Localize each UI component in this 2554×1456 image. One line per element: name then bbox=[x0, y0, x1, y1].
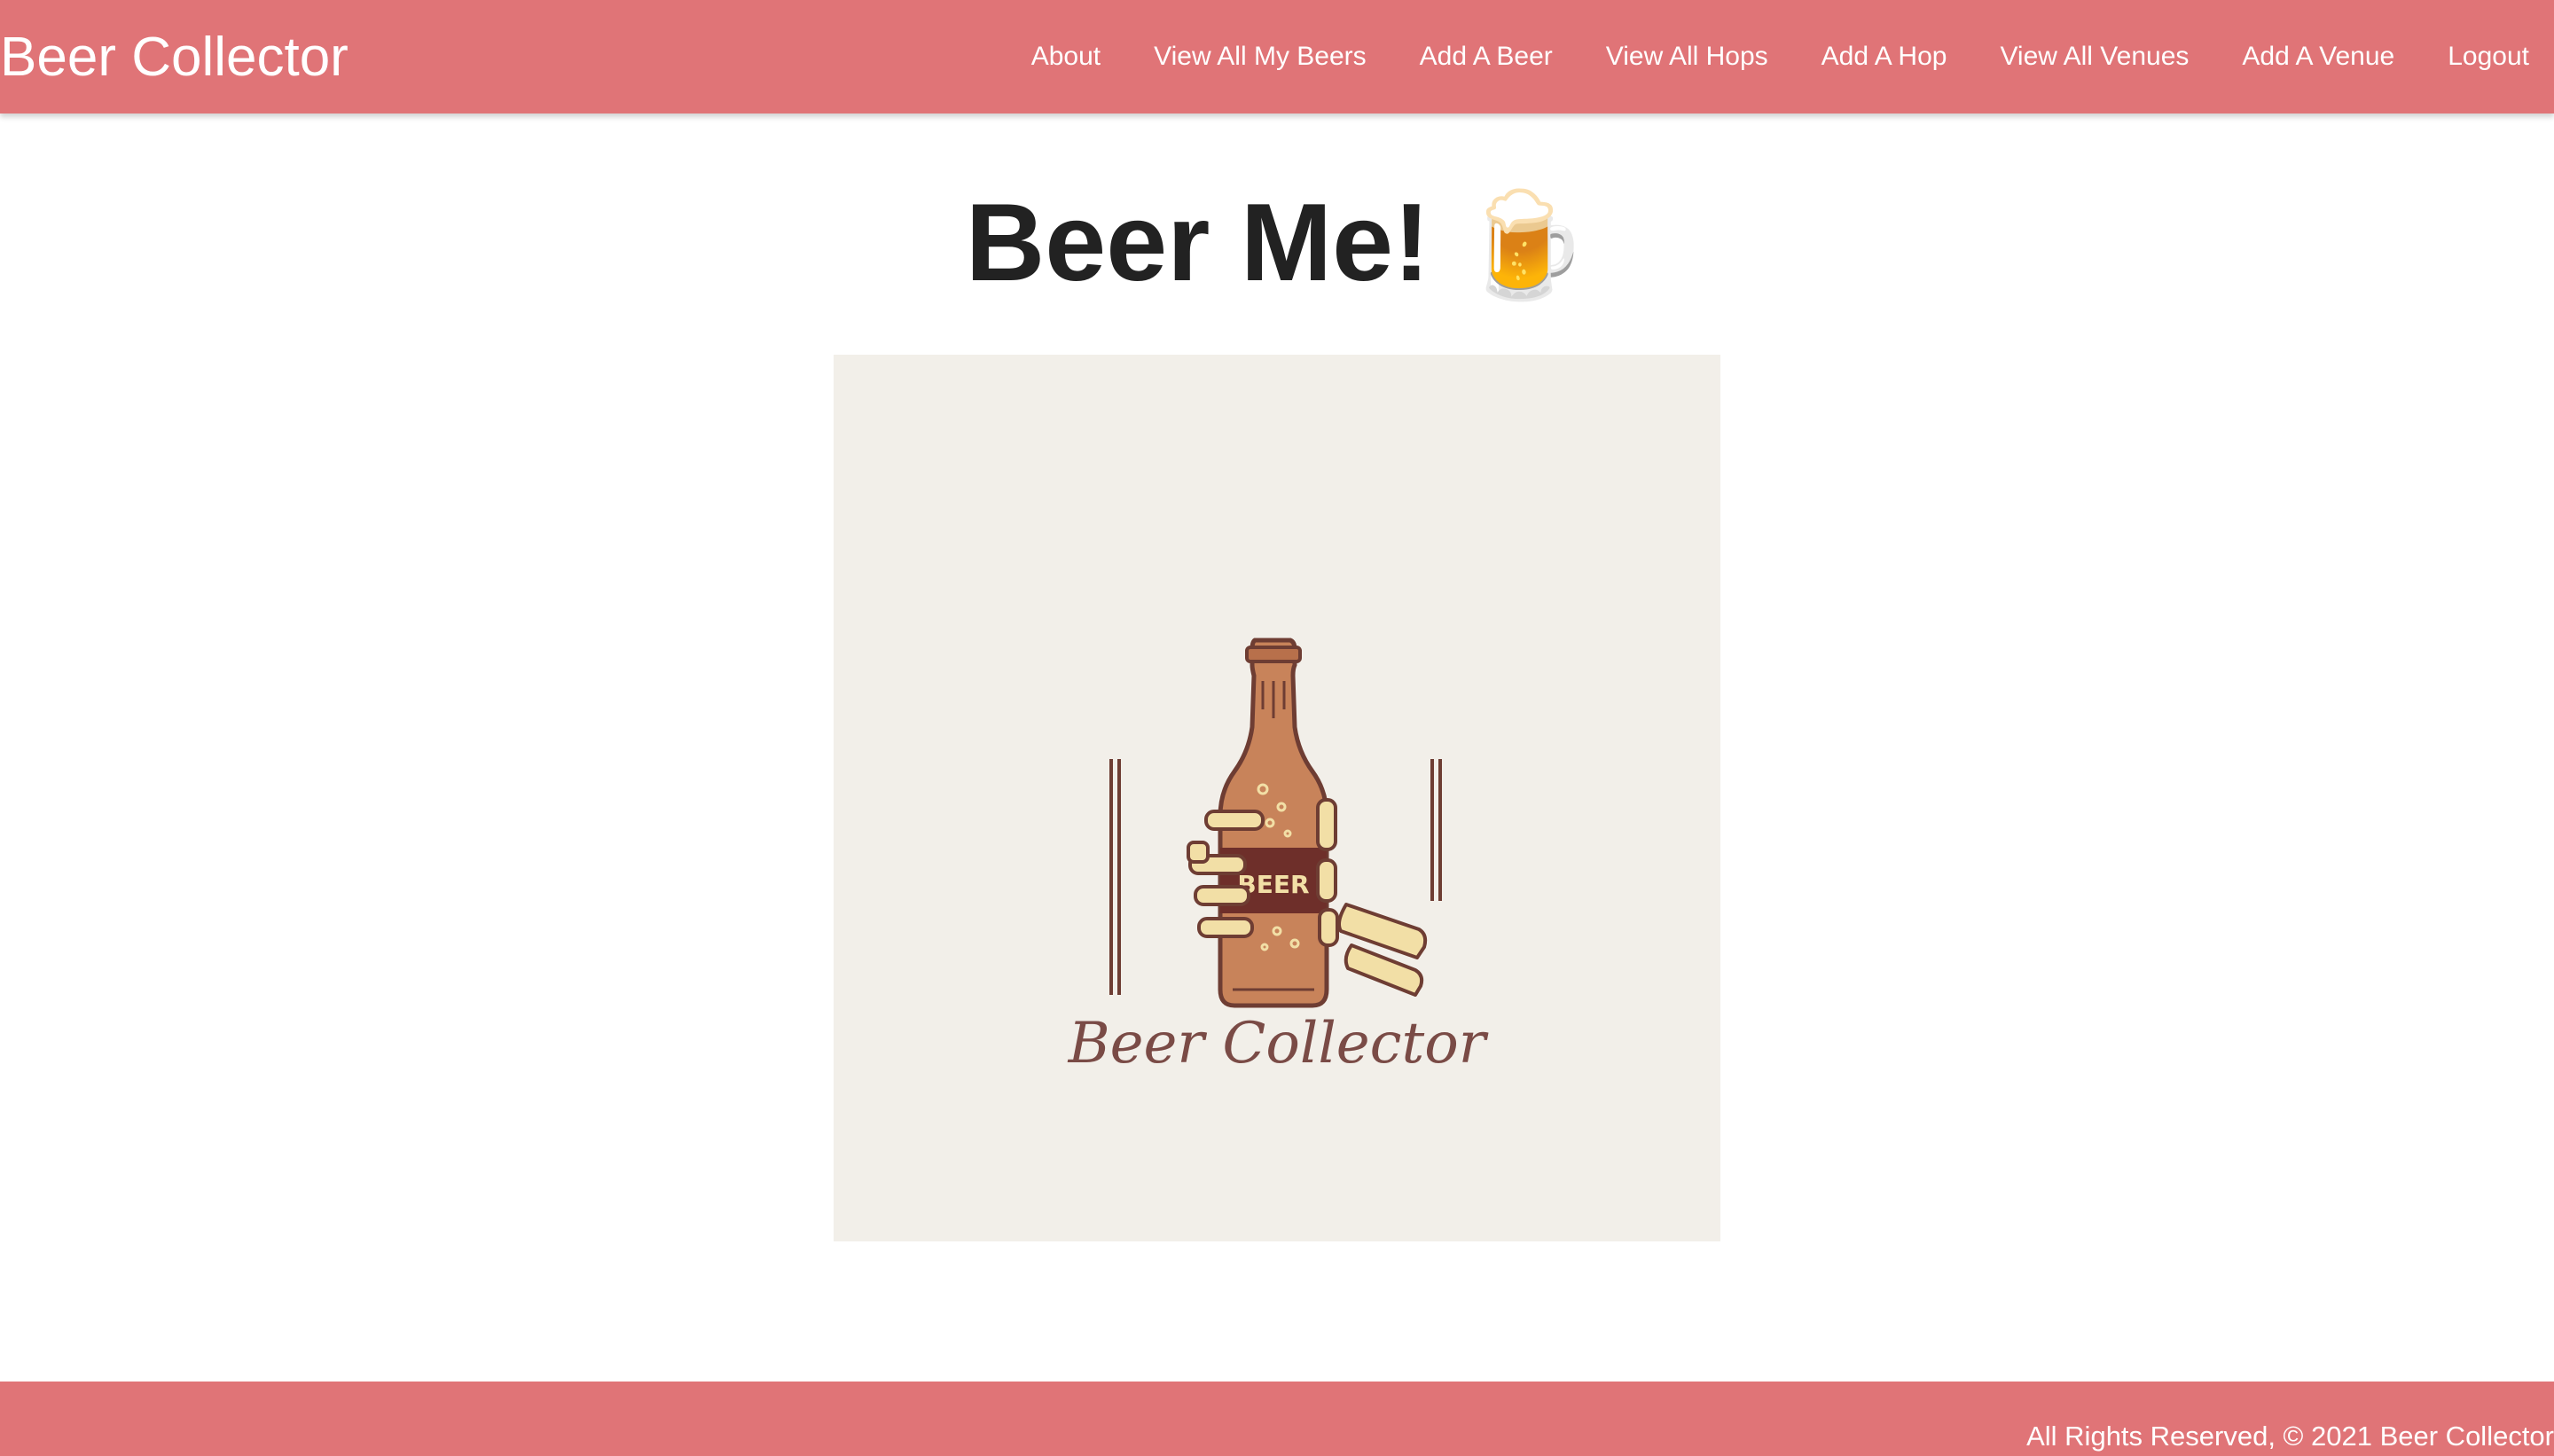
beer-collector-logo: BEER Beer Collector bbox=[834, 355, 1720, 1241]
nav-link-add-a-hop[interactable]: Add A Hop bbox=[1795, 0, 1974, 114]
nav-link-view-all-venues[interactable]: View All Venues bbox=[1973, 0, 2215, 114]
logo-caption: Beer Collector bbox=[1068, 1011, 1486, 1076]
nav-link-about[interactable]: About bbox=[1005, 0, 1127, 114]
footer: All Rights Reserved, © 2021 Beer Collect… bbox=[0, 1382, 2554, 1456]
nav-link-add-a-beer[interactable]: Add A Beer bbox=[1393, 0, 1579, 114]
beer-mug-icon: 🍺 bbox=[1460, 185, 1589, 305]
page-title: Beer Me! 🍺 bbox=[0, 183, 2554, 303]
nav-link-view-all-my-beers[interactable]: View All My Beers bbox=[1127, 0, 1393, 114]
skeleton-hand-beer-bottle-icon: BEER bbox=[1109, 638, 1442, 1008]
footer-copyright: All Rights Reserved, © 2021 Beer Collect… bbox=[2026, 1421, 2554, 1452]
page-title-text: Beer Me! bbox=[965, 182, 1430, 304]
nav-link-add-a-venue[interactable]: Add A Venue bbox=[2215, 0, 2421, 114]
brand-link[interactable]: Beer Collector bbox=[0, 30, 349, 85]
nav-link-view-all-hops[interactable]: View All Hops bbox=[1579, 0, 1795, 114]
navbar: Beer Collector About View All My Beers A… bbox=[0, 0, 2554, 114]
nav-link-logout[interactable]: Logout bbox=[2421, 0, 2554, 114]
nav-links: About View All My Beers Add A Beer View … bbox=[1005, 0, 2554, 114]
